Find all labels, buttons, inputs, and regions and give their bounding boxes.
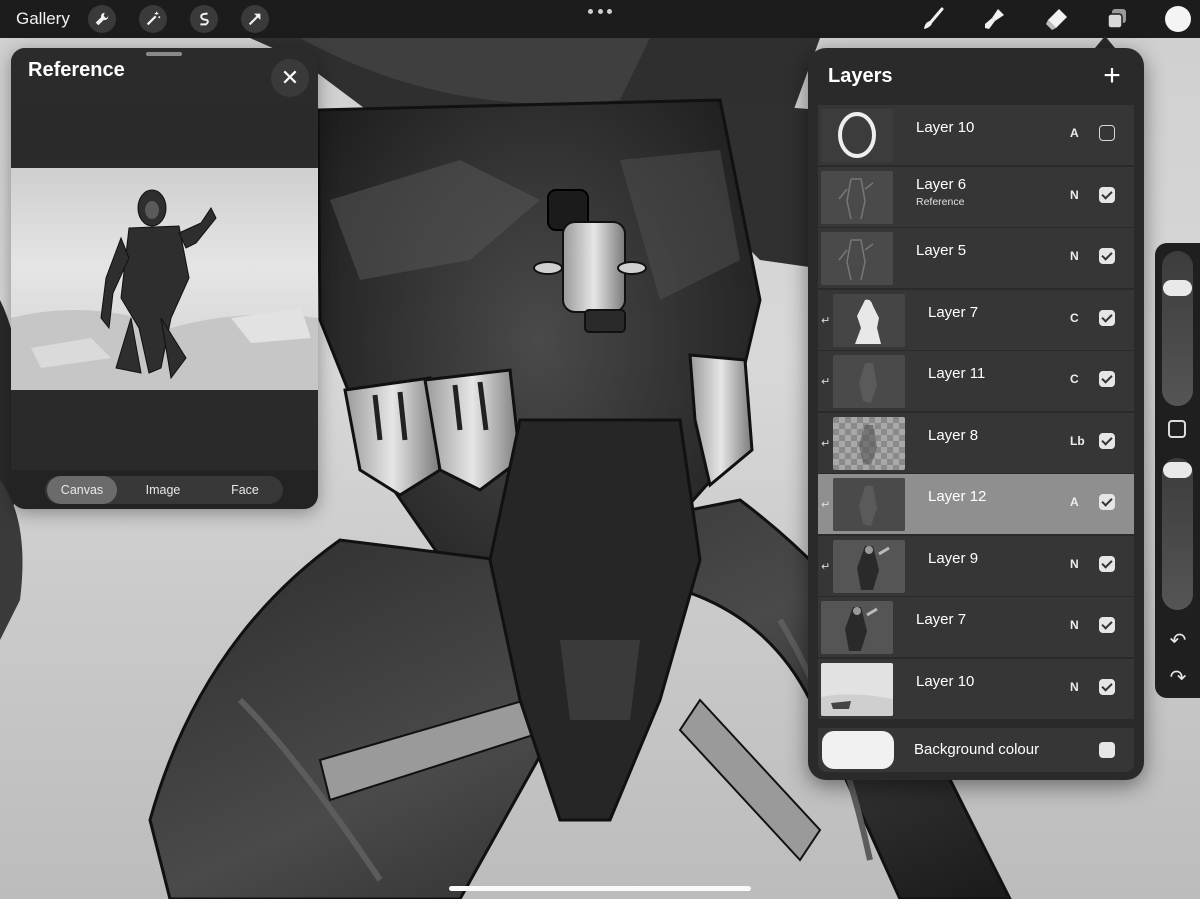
layers-title: Layers [828, 65, 893, 87]
top-toolbar: Gallery [0, 0, 1200, 38]
blend-mode-button[interactable]: Lb [1070, 434, 1085, 448]
undo-icon[interactable]: ↶ [1165, 628, 1191, 652]
tab-canvas[interactable]: Canvas [47, 476, 117, 504]
layer-name: Layer 7 [928, 303, 979, 321]
reference-top-band [11, 106, 318, 168]
layer-thumbnail[interactable] [833, 478, 905, 531]
tab-image[interactable]: Image [127, 476, 199, 504]
layer-visibility-checkbox[interactable] [1099, 371, 1115, 387]
blend-mode-button[interactable]: N [1070, 680, 1079, 694]
reference-image[interactable] [11, 168, 318, 390]
layer-visibility-checkbox[interactable] [1099, 494, 1115, 510]
redo-icon[interactable]: ↷ [1165, 665, 1191, 689]
clipping-mask-icon: ↵ [821, 376, 831, 388]
layers-icon[interactable] [1104, 6, 1130, 32]
layer-row[interactable]: Layer 5 N [818, 228, 1134, 289]
layer-thumbnail[interactable] [821, 232, 893, 285]
color-swatch-button[interactable] [1165, 6, 1191, 32]
layer-thumbnail[interactable] [833, 355, 905, 408]
layers-panel: Layers + Layer 10 A Layer 6 Reference N Layer… [808, 48, 1144, 780]
blend-mode-button[interactable]: N [1070, 249, 1079, 263]
layer-name: Layer 5 [916, 242, 967, 259]
layer-name: Layer 8 [928, 426, 979, 444]
blend-mode-button[interactable]: A [1070, 126, 1079, 140]
blend-mode-button[interactable]: N [1070, 188, 1079, 202]
brush-size-thumb[interactable] [1163, 280, 1192, 297]
layer-row[interactable]: Layer 7 N [818, 597, 1134, 658]
layer-row[interactable]: ↵ Layer 12 A [818, 474, 1134, 535]
blend-mode-button[interactable]: C [1070, 372, 1079, 386]
selection-icon[interactable] [190, 5, 218, 33]
layer-name: Layer 10 [916, 672, 975, 690]
layer-visibility-checkbox[interactable] [1099, 555, 1115, 572]
layer-name: Layer 10 [916, 119, 975, 136]
blend-mode-button[interactable]: C [1070, 311, 1079, 325]
layer-visibility-checkbox[interactable] [1099, 678, 1115, 695]
sidebar: ↶ ↷ [1155, 243, 1200, 698]
clipping-mask-icon: ↵ [821, 499, 831, 511]
background-colour-swatch[interactable] [822, 731, 894, 769]
layer-name: Layer 6 [916, 175, 967, 193]
layer-subtitle: Reference [916, 195, 965, 208]
layer-row[interactable]: ↵ Layer 7 C [818, 289, 1134, 351]
reference-header[interactable]: Reference ✕ [11, 48, 318, 106]
close-icon[interactable]: ✕ [271, 59, 309, 97]
clipping-mask-icon: ↵ [821, 560, 831, 573]
brush-icon[interactable] [920, 6, 946, 32]
background-colour-label: Background colour [914, 741, 1040, 758]
layer-visibility-checkbox[interactable] [1099, 432, 1115, 449]
layer-row[interactable]: ↵ Layer 11 C [818, 351, 1134, 412]
tab-face[interactable]: Face [209, 476, 281, 504]
layer-visibility-checkbox[interactable] [1099, 125, 1115, 141]
add-layer-icon[interactable]: + [1098, 61, 1126, 91]
layer-thumbnail[interactable] [833, 416, 905, 470]
layers-popover-caret [1095, 36, 1115, 48]
layer-thumbnail[interactable] [821, 170, 893, 224]
reference-mode-segmented: Canvas Image Face [45, 476, 283, 504]
layer-name: Layer 11 [928, 365, 986, 382]
brush-size-slider[interactable] [1162, 251, 1193, 406]
reference-lower-band [11, 390, 318, 470]
clipping-mask-icon: ↵ [821, 437, 831, 450]
layer-thumbnail[interactable] [833, 539, 905, 593]
layer-row[interactable]: Layer 10 A [818, 105, 1134, 166]
blend-mode-button[interactable]: N [1070, 618, 1079, 632]
layer-visibility-checkbox[interactable] [1099, 309, 1115, 326]
layer-row[interactable]: ↵ Layer 9 N [818, 535, 1134, 597]
layer-row[interactable]: Layer 10 N [818, 658, 1134, 720]
layer-name: Layer 12 [928, 488, 987, 505]
eraser-icon[interactable] [1043, 6, 1069, 32]
more-options-icon[interactable] [588, 6, 612, 16]
opacity-slider[interactable] [1162, 458, 1193, 610]
wrench-icon[interactable] [88, 5, 116, 33]
reference-title: Reference [28, 59, 125, 81]
background-colour-row[interactable]: Background colour [818, 728, 1134, 772]
layer-thumbnail[interactable] [821, 601, 893, 654]
blend-mode-button[interactable]: A [1070, 495, 1079, 509]
layer-name: Layer 9 [928, 549, 979, 567]
reference-panel: Reference ✕ Canvas Image Face [11, 48, 318, 509]
blend-mode-button[interactable]: N [1070, 557, 1079, 571]
gallery-button[interactable]: Gallery [16, 9, 70, 29]
layer-row[interactable]: ↵ Layer 8 Lb [818, 412, 1134, 474]
magic-wand-icon[interactable] [139, 5, 167, 33]
layer-visibility-checkbox[interactable] [1099, 617, 1115, 633]
layer-name: Layer 7 [916, 611, 967, 628]
layer-row[interactable]: Layer 6 Reference N [818, 166, 1134, 228]
opacity-thumb[interactable] [1163, 462, 1192, 478]
smudge-icon[interactable] [981, 6, 1007, 32]
modify-button[interactable] [1168, 420, 1186, 438]
layer-thumbnail[interactable] [833, 293, 905, 347]
background-visibility-checkbox[interactable] [1099, 742, 1115, 758]
clipping-mask-icon: ↵ [821, 314, 831, 327]
layer-thumbnail[interactable] [821, 109, 893, 162]
transform-arrow-icon[interactable] [241, 5, 269, 33]
layer-thumbnail[interactable] [821, 662, 893, 716]
layer-visibility-checkbox[interactable] [1099, 248, 1115, 264]
home-indicator [449, 886, 751, 891]
layer-visibility-checkbox[interactable] [1099, 186, 1115, 203]
reference-drag-handle[interactable] [146, 52, 182, 56]
